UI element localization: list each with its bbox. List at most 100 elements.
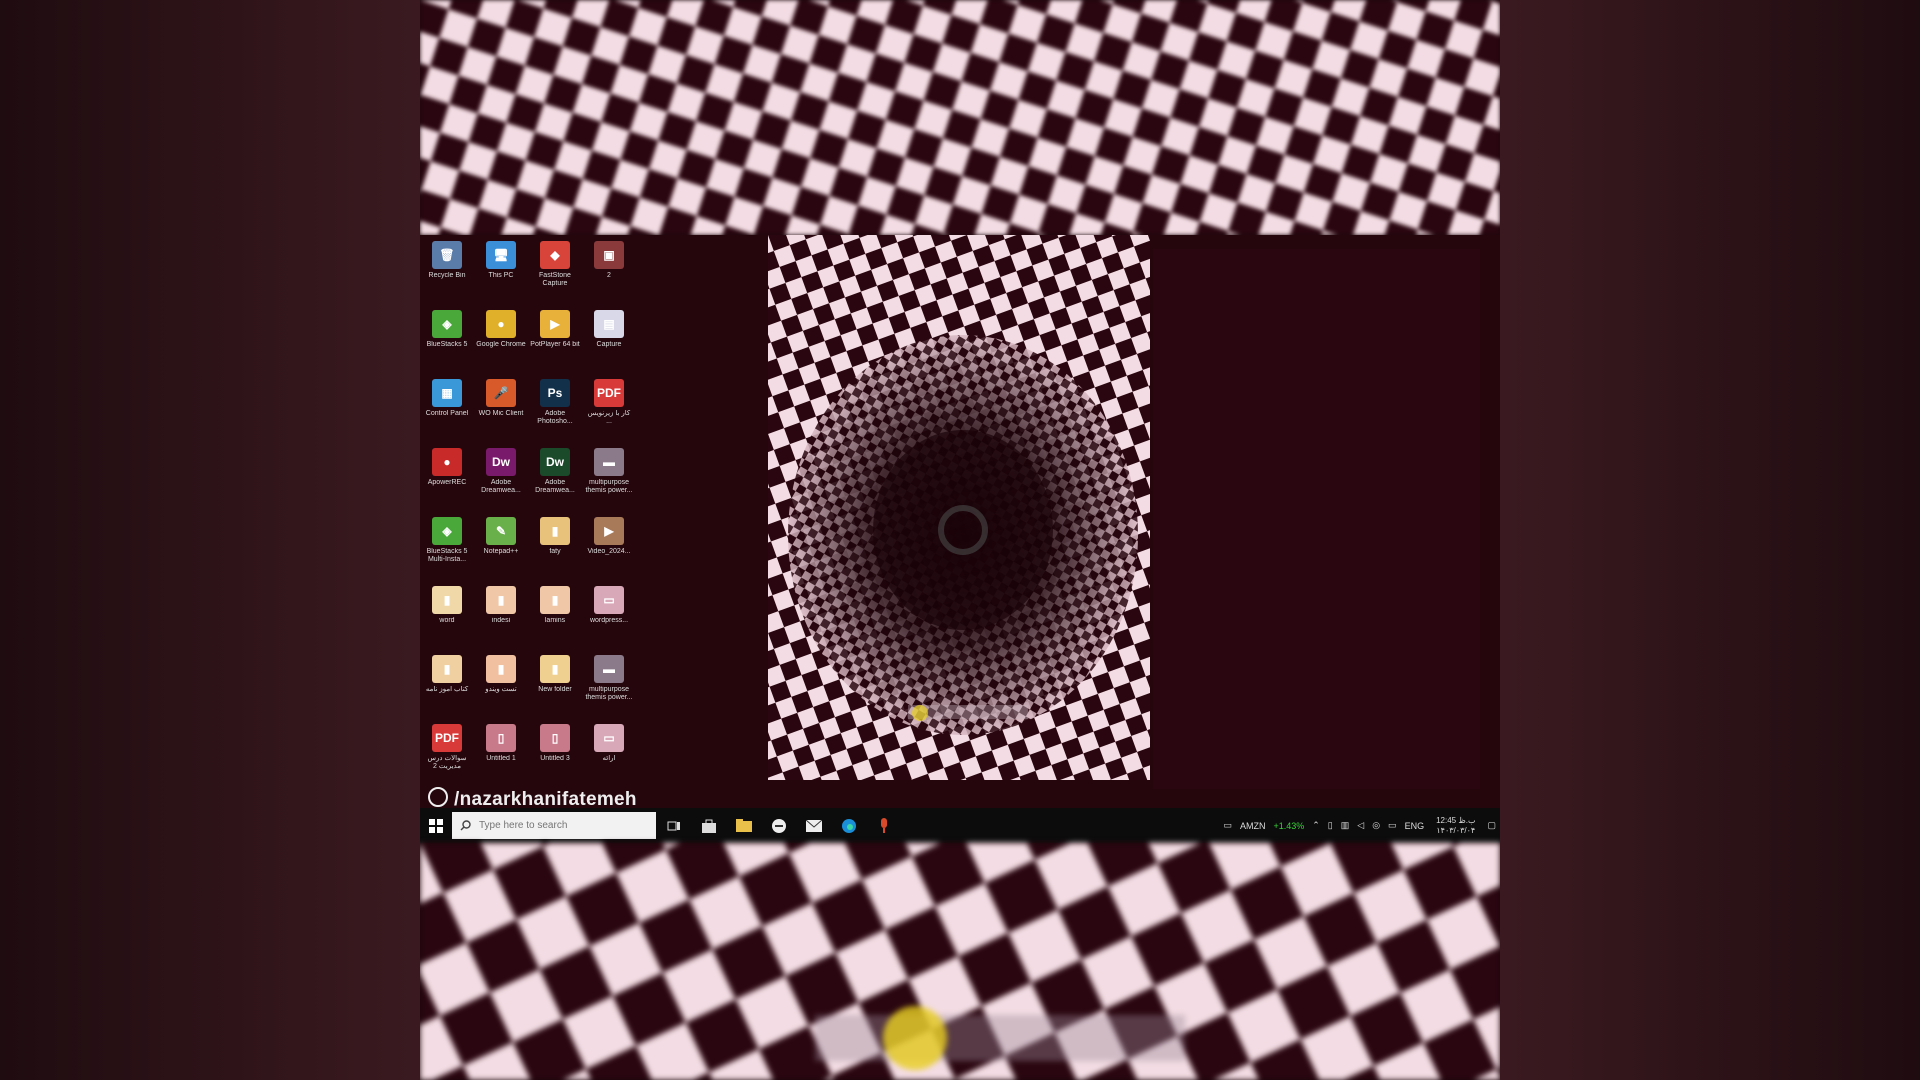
desktop-icon-glyph: 🖥	[486, 241, 516, 269]
desktop-icon[interactable]: 🎤 WO Mic Client	[476, 379, 526, 445]
desktop-icon[interactable]: ▭ ارائه	[584, 724, 634, 790]
stock-symbol[interactable]: AMZN	[1240, 821, 1266, 831]
notifications-icon[interactable]: ▢	[1487, 820, 1496, 831]
desktop-icon[interactable]: ▶ PotPlayer 64 bit	[530, 310, 580, 376]
desktop-icon-label: lamins	[544, 617, 566, 624]
desktop-icon[interactable]: ▮ تست ویندو	[476, 655, 526, 721]
desktop-icon[interactable]: ▮ New folder	[530, 655, 580, 721]
network-icon[interactable]: ▥	[1341, 820, 1350, 831]
stock-widget-icon[interactable]: ▭	[1223, 820, 1232, 831]
desktop-icon[interactable]: 🗑 Recycle Bin	[422, 241, 472, 307]
taskbar-clock[interactable]: 12:45 ب.ظ ۱۴۰۳/۰۳/۰۴	[1436, 816, 1475, 836]
desktop-icon-label: Adobe Dreamwea...	[481, 479, 521, 494]
desktop-icon-glyph: ▮	[540, 586, 570, 614]
desktop-icon-label: This PC	[488, 272, 514, 279]
desktop-icon-glyph: 🗑	[432, 241, 462, 269]
desktop-icon[interactable]: ▤ Capture	[584, 310, 634, 376]
windows-logo-icon	[429, 818, 443, 833]
desktop-icon[interactable]: ▬ multipurpose themis power...	[584, 655, 634, 721]
language-indicator[interactable]: ENG	[1405, 821, 1425, 831]
desktop-icon-glyph: ▭	[594, 724, 624, 752]
desktop-icon[interactable]: ▮ کتاب آموز نامه	[422, 655, 472, 721]
mail-button[interactable]	[796, 808, 831, 843]
desktop-icon-label: WO Mic Client	[478, 410, 524, 417]
desktop-icon-glyph: ▮	[486, 586, 516, 614]
desktop-icon[interactable]: ◈ BlueStacks 5	[422, 310, 472, 376]
desktop-icon[interactable]: ▬ multipurpose themis power...	[584, 448, 634, 514]
left-backdrop	[0, 0, 420, 1080]
desktop-icon[interactable]: ▯ Untitled 1	[476, 724, 526, 790]
desktop-icon[interactable]: ▮ indesi	[476, 586, 526, 652]
desktop-icon-label: 2	[607, 272, 611, 279]
clock-time: 12:45 ب.ظ	[1436, 815, 1476, 825]
desktop-icon-glyph: ◈	[432, 517, 462, 545]
desktop-icon-glyph: ▮	[486, 655, 516, 683]
desktop-icon[interactable]: Dw Adobe Dreamwea...	[476, 448, 526, 514]
desktop-icon-label: Notepad++	[483, 548, 519, 555]
globe-icon[interactable]: ◎	[1372, 820, 1380, 831]
mail-icon	[805, 819, 822, 832]
desktop-icon-glyph: ▯	[486, 724, 516, 752]
mic-app-button[interactable]	[866, 808, 901, 843]
task-view-icon	[667, 821, 680, 830]
edge-button[interactable]	[831, 808, 866, 843]
volume-icon[interactable]: ◁	[1357, 820, 1364, 831]
checker-vortex-art	[768, 235, 1150, 780]
desktop-icon[interactable]: 🖥 This PC	[476, 241, 526, 307]
desktop-icon-glyph: Dw	[540, 448, 570, 476]
start-button[interactable]	[420, 808, 452, 843]
desktop-icon[interactable]: ▭ wordpress...	[584, 586, 634, 652]
chat-button[interactable]	[761, 808, 796, 843]
stock-change: +1.43%	[1273, 820, 1305, 831]
desktop-icon[interactable]: PDF کار با زیرنویس ...	[584, 379, 634, 445]
desktop-icon-glyph: ▮	[540, 655, 570, 683]
desktop-icon-glyph: ▤	[594, 310, 624, 338]
desktop-icon-label: ارائه	[602, 755, 616, 762]
desktop-icon-glyph: ▬	[594, 448, 624, 476]
desktop-icon[interactable]: ✎ Notepad++	[476, 517, 526, 583]
desktop-icon-label: کار با زیرنویس ...	[587, 410, 631, 425]
desktop-icon-glyph: 🎤	[486, 379, 516, 407]
watermark-text: /nazarkhanifatemeh	[454, 789, 637, 810]
desktop-icon[interactable]: ▮ faty	[530, 517, 580, 583]
desktop-icon[interactable]: ▶ Video_2024...	[584, 517, 634, 583]
desktop-icon-glyph: ▬	[594, 655, 624, 683]
desktop-icon-glyph: ▭	[594, 586, 624, 614]
search-input[interactable]	[477, 819, 651, 832]
desktop-icon-glyph: ▮	[540, 517, 570, 545]
right-backdrop	[1500, 0, 1920, 1080]
desktop-icon-glyph: ▦	[432, 379, 462, 407]
desktop-icon-label: Capture	[596, 341, 622, 348]
desktop-right-region	[1153, 249, 1480, 789]
folder-icon	[735, 819, 752, 832]
keyboard-icon[interactable]: ▭	[1388, 820, 1397, 831]
desktop-icon-label: PotPlayer 64 bit	[530, 341, 580, 348]
desktop-icon-label: Google Chrome	[476, 341, 526, 348]
desktop-icon[interactable]: ● Google Chrome	[476, 310, 526, 376]
desktop-icon[interactable]: Dw Adobe Dreamwea...	[530, 448, 580, 514]
desktop-icon-glyph: ◆	[540, 241, 570, 269]
desktop-icon-label: تست ویندو	[485, 686, 517, 693]
desktop-icon[interactable]: ▣ 2	[584, 241, 634, 307]
store-button[interactable]	[691, 808, 726, 843]
chevron-up-icon[interactable]: ⌃	[1312, 820, 1320, 831]
system-tray: ▭ AMZN +1.43% ⌃ ▯ ▥ ◁ ◎ ▭ ENG 12:45 ب.ظ …	[1219, 808, 1500, 843]
desktop-icon-glyph: ◈	[432, 310, 462, 338]
file-explorer-button[interactable]	[726, 808, 761, 843]
desktop-icon[interactable]: ▯ Untitled 3	[530, 724, 580, 790]
desktop-icon[interactable]: ◈ BlueStacks 5 Multi-Insta...	[422, 517, 472, 583]
desktop-icon[interactable]: PDF سوالات درس مدیریت 2	[422, 724, 472, 790]
desktop-icon[interactable]: ▮ lamins	[530, 586, 580, 652]
battery-icon[interactable]: ▯	[1328, 820, 1333, 831]
desktop-icon[interactable]: ▮ word	[422, 586, 472, 652]
desktop-icon[interactable]: ▦ Control Panel	[422, 379, 472, 445]
task-view-button[interactable]	[656, 808, 691, 843]
desktop-icon[interactable]: ◆ FastStone Capture	[530, 241, 580, 307]
desktop-icon-label: faty	[549, 548, 561, 555]
desktop-icon[interactable]: ● ApowerREC	[422, 448, 472, 514]
taskbar-search-box[interactable]	[452, 812, 656, 839]
desktop-screenshot: 🗑 Recycle Bin 🖥 This PC ◆ FastStone Capture ▣ 2…	[420, 235, 1500, 843]
desktop-icon[interactable]: Ps Adobe Photosho...	[530, 379, 580, 445]
desktop-icon-label: Adobe Dreamwea...	[535, 479, 575, 494]
desktop-icon-glyph: ▯	[540, 724, 570, 752]
